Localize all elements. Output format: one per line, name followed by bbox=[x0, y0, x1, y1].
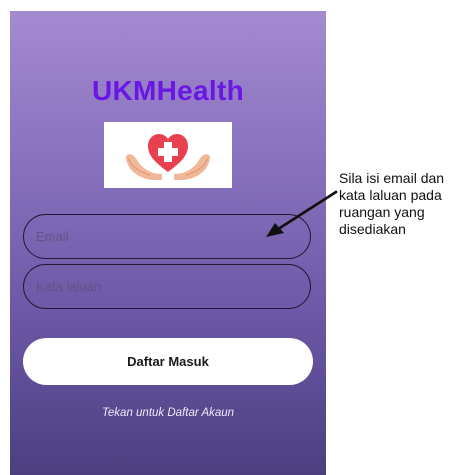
password-field[interactable] bbox=[23, 264, 311, 309]
login-button[interactable]: Daftar Masuk bbox=[23, 338, 313, 385]
phone-screen: UKMHealth Daftar Masuk Tekan u bbox=[10, 11, 326, 475]
annotation-text: Sila isi email dan kata laluan pada ruan… bbox=[339, 170, 445, 237]
password-input[interactable] bbox=[24, 265, 310, 308]
screenshot-stage: UKMHealth Daftar Masuk Tekan u bbox=[0, 0, 465, 475]
app-title: UKMHealth bbox=[91, 75, 245, 106]
heart-plus-hands-icon bbox=[126, 134, 210, 180]
app-logo bbox=[104, 122, 232, 188]
register-account-link[interactable]: Tekan untuk Daftar Akaun bbox=[10, 407, 326, 419]
arrow-icon bbox=[266, 190, 338, 237]
